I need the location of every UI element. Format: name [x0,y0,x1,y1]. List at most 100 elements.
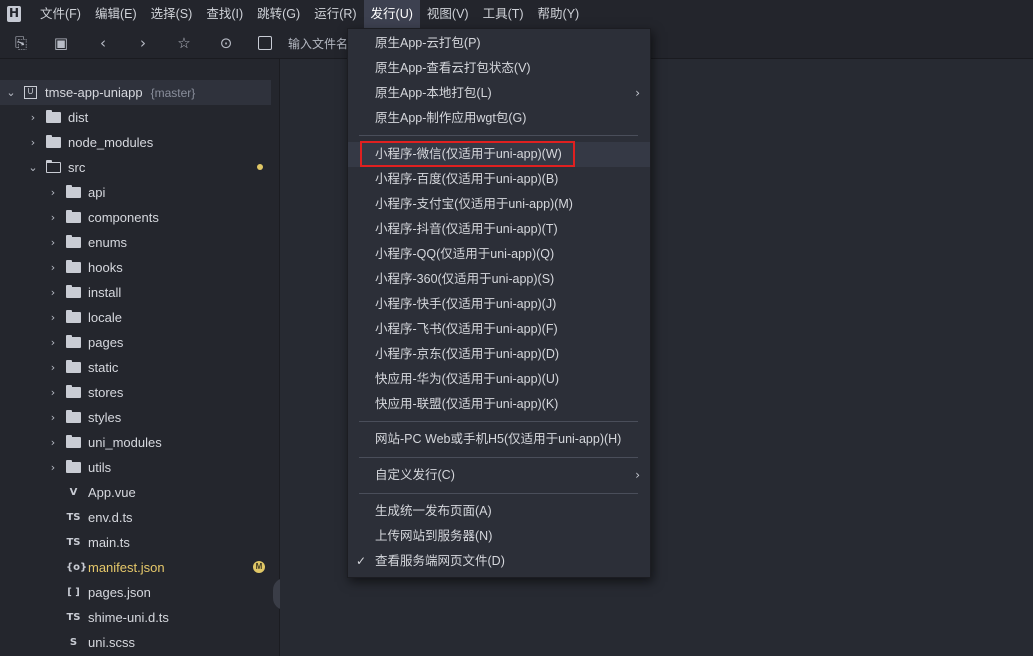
menu-item-mp-alipay[interactable]: 小程序-支付宝(仅适用于uni-app)(M) [348,192,650,217]
chevron-right-icon[interactable]: › [48,336,58,349]
chevron-right-icon[interactable]: › [48,236,58,249]
folder-icon [66,360,81,373]
modified-badge: M [253,561,265,573]
project-explorer: ⌄ U tmse-app-uniapp {master} › dist › node_… [0,59,297,656]
menu-goto[interactable]: 跳转(G) [250,0,307,28]
tree-item-label: locale [88,310,122,325]
menu-item-quickapp-union[interactable]: 快应用-联盟(仅适用于uni-app)(K) [348,392,650,417]
menu-divider [359,493,638,494]
tree-folder[interactable]: › dist [0,105,271,130]
menu-item-custom-publish[interactable]: 自定义发行(C) › [348,463,650,488]
tree-file[interactable]: TS shime-uni.d.ts [0,605,271,630]
menu-item-mp-kuaishou[interactable]: 小程序-快手(仅适用于uni-app)(J) [348,292,650,317]
chevron-right-icon[interactable]: › [48,186,58,199]
menu-item-mp-jd[interactable]: 小程序-京东(仅适用于uni-app)(D) [348,342,650,367]
menu-edit[interactable]: 编辑(E) [88,0,144,28]
favorite-star-icon[interactable]: ☆ [175,34,193,52]
menu-item-app-cloud-pack[interactable]: 原生App-云打包(P) [348,31,650,56]
file-search[interactable]: 输入文件名 [258,33,353,53]
hbuilder-logo-icon [7,6,21,22]
folder-icon [66,385,81,398]
chevron-right-icon[interactable]: › [48,311,58,324]
tree-folder[interactable]: ⌄ src [0,155,271,180]
chevron-right-icon[interactable]: › [48,436,58,449]
project-root[interactable]: ⌄ U tmse-app-uniapp {master} [0,80,271,105]
chevron-right-icon[interactable]: › [48,461,58,474]
tree-item-label: install [88,285,122,300]
new-file-icon[interactable]: ⎘ [12,34,30,52]
save-icon[interactable]: ▣ [52,34,70,52]
tree-folder[interactable]: › stores [0,380,271,405]
modified-dot-badge [257,164,263,170]
file-search-input[interactable]: 输入文件名 [288,35,348,52]
chevron-right-icon[interactable]: › [48,286,58,299]
tree-item-label: uni_modules [88,435,162,450]
chevron-right-icon[interactable]: › [48,211,58,224]
file-type-icon: [ ] [67,587,80,598]
tree-folder[interactable]: › enums [0,230,271,255]
menu-item-upload-site[interactable]: 上传网站到服务器(N) [348,524,650,549]
tree-file[interactable]: {o} manifest.json M [0,555,271,580]
tree-folder[interactable]: › static [0,355,271,380]
menu-divider [359,421,638,422]
chevron-right-icon[interactable]: › [48,386,58,399]
menu-item-mp-qq[interactable]: 小程序-QQ(仅适用于uni-app)(Q) [348,242,650,267]
menu-item-web-h5[interactable]: 网站-PC Web或手机H5(仅适用于uni-app)(H) [348,427,650,452]
menu-help[interactable]: 帮助(Y) [531,0,587,28]
menu-item-app-cloud-status[interactable]: 原生App-查看云打包状态(V) [348,56,650,81]
menu-publish[interactable]: 发行(U) [363,0,420,28]
tree-folder[interactable]: › install [0,280,271,305]
menu-item-mp-360[interactable]: 小程序-360(仅适用于uni-app)(S) [348,267,650,292]
tree-file[interactable]: Suni.scss [0,630,271,655]
tree-file[interactable]: [ ] pages.json [0,580,271,605]
chevron-right-icon[interactable]: › [28,136,38,149]
menu-run[interactable]: 运行(R) [307,0,363,28]
folder-icon [66,210,81,223]
chevron-right-icon: › [635,86,640,100]
menu-find[interactable]: 查找(I) [199,0,250,28]
menu-item-view-server-files[interactable]: ✓ 查看服务端网页文件(D) [348,549,650,574]
back-icon[interactable]: ‹ [94,34,112,52]
chevron-right-icon[interactable]: › [48,261,58,274]
tree-folder[interactable]: › node_modules [0,130,271,155]
chevron-down-icon[interactable]: ⌄ [6,86,16,99]
menu-item-app-wgt[interactable]: 原生App-制作应用wgt包(G) [348,106,650,131]
chevron-right-icon[interactable]: › [48,361,58,374]
file-type-icon: V [69,487,78,498]
tree-folder[interactable]: › pages [0,330,271,355]
tree-folder[interactable]: › utils [0,455,271,480]
chevron-right-icon[interactable]: › [48,411,58,424]
menu-item-quickapp-huawei[interactable]: 快应用-华为(仅适用于uni-app)(U) [348,367,650,392]
tree-item-label: env.d.ts [88,510,133,525]
tree-file[interactable]: V App.vue [0,480,271,505]
menu-view[interactable]: 视图(V) [420,0,476,28]
menu-item-app-local-pack[interactable]: 原生App-本地打包(L) › [348,81,650,106]
file-type-icon: TS [66,537,81,548]
chevron-down-icon[interactable]: ⌄ [28,161,38,174]
project-icon: U [24,86,37,99]
forward-icon[interactable]: › [134,34,152,52]
menu-select[interactable]: 选择(S) [144,0,200,28]
run-icon[interactable]: ⊙ [217,34,235,52]
menu-file[interactable]: 文件(F) [33,0,88,28]
tree-folder[interactable]: › uni_modules [0,430,271,455]
menu-bar: 文件(F) 编辑(E) 选择(S) 查找(I) 跳转(G) 运行(R) 发行(U… [0,0,1033,28]
tree-folder[interactable]: › locale [0,305,271,330]
folder-icon [66,310,81,323]
chevron-right-icon[interactable]: › [28,111,38,124]
menu-item-mp-baidu[interactable]: 小程序-百度(仅适用于uni-app)(B) [348,167,650,192]
menu-tools[interactable]: 工具(T) [476,0,531,28]
tree-folder[interactable]: › hooks [0,255,271,280]
folder-icon [46,110,61,123]
menu-item-mp-douyin[interactable]: 小程序-抖音(仅适用于uni-app)(T) [348,217,650,242]
menu-item-mp-feishu[interactable]: 小程序-飞书(仅适用于uni-app)(F) [348,317,650,342]
folder-icon [66,285,81,298]
menu-item-generate-release-page[interactable]: 生成统一发布页面(A) [348,499,650,524]
tree-item-label: dist [68,110,89,125]
tree-folder[interactable]: › api [0,180,271,205]
project-name: tmse-app-uniapp [45,85,143,100]
tree-folder[interactable]: › styles [0,405,271,430]
tree-file[interactable]: TS main.ts [0,530,271,555]
tree-file[interactable]: TS env.d.ts [0,505,271,530]
tree-folder[interactable]: › components [0,205,271,230]
